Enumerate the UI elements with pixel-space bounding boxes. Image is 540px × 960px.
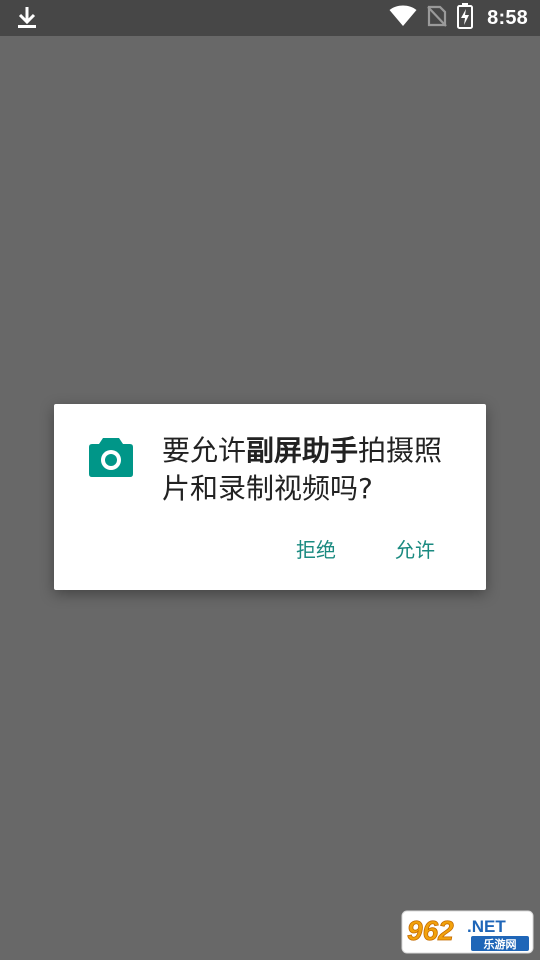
- dialog-actions: 拒绝 允许: [269, 530, 486, 570]
- svg-text:962: 962: [407, 915, 454, 946]
- status-icons: 8:58: [389, 0, 528, 36]
- status-time: 8:58: [487, 6, 528, 29]
- watermark-logo: 962 .NET 乐游网: [401, 910, 534, 954]
- camera-icon: [88, 436, 134, 478]
- svg-text:乐游网: 乐游网: [484, 937, 517, 951]
- download-icon: [14, 6, 40, 30]
- wifi-icon: [389, 5, 417, 31]
- status-bar: 8:58: [0, 0, 540, 36]
- dialog-message: 要允许副屏助手拍摄照片和录制视频吗?: [162, 432, 462, 508]
- permission-dialog: 要允许副屏助手拍摄照片和录制视频吗? 拒绝 允许: [54, 404, 486, 590]
- no-sim-icon: [427, 5, 447, 31]
- svg-text:.NET: .NET: [467, 917, 506, 936]
- app-name: 副屏助手: [246, 434, 359, 467]
- allow-button[interactable]: 允许: [368, 530, 462, 570]
- message-prefix: 要允许: [162, 434, 247, 467]
- battery-charging-icon: [457, 3, 474, 33]
- deny-button[interactable]: 拒绝: [269, 530, 363, 570]
